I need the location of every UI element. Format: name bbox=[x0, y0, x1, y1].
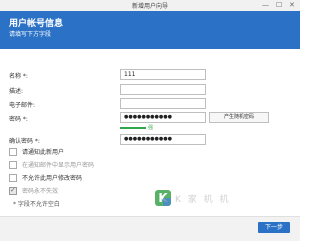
wizard-footer bbox=[0, 216, 300, 241]
wizard-header: 用户帐号信息 请填写下方字段 bbox=[0, 11, 300, 49]
password-input[interactable]: ●●●●●●●●●●● bbox=[120, 112, 206, 123]
description-input[interactable] bbox=[120, 84, 206, 95]
email-label: 电子邮件: bbox=[9, 102, 36, 109]
password-required-mark: *: bbox=[21, 116, 28, 123]
checkbox-notify-user[interactable] bbox=[9, 147, 17, 156]
option-label: 不允许此用户修改密码 bbox=[22, 175, 83, 182]
email-input[interactable] bbox=[120, 98, 206, 109]
option-show-password-in-email[interactable]: 在通知邮件中显示用户密码 bbox=[9, 160, 94, 169]
title-bar: 新增用户向导 — ☐ ✕ bbox=[0, 0, 300, 11]
password-strength-text: 强 bbox=[148, 125, 154, 131]
name-required-mark: *: bbox=[21, 73, 28, 80]
checkbox-password-never-expires[interactable] bbox=[9, 186, 17, 195]
header-title: 用户帐号信息 bbox=[9, 19, 64, 29]
name-label-text: 名称 bbox=[9, 73, 22, 80]
confirm-password-label-text: 确认密码 bbox=[9, 138, 34, 145]
required-fields-note: * 字段不允许空白 bbox=[13, 201, 60, 208]
option-notify-user[interactable]: 请通知此新用户 bbox=[9, 147, 64, 156]
option-label: 请通知此新用户 bbox=[22, 149, 65, 156]
option-password-never-expires[interactable]: 密码永不失效 bbox=[9, 186, 58, 195]
confirm-password-required-mark: *: bbox=[33, 138, 40, 145]
header-subtitle: 请填写下方字段 bbox=[9, 31, 52, 38]
close-button[interactable]: ✕ bbox=[289, 1, 295, 10]
checkbox-show-password-in-email[interactable] bbox=[9, 160, 17, 169]
confirm-password-label: 确认密码 *: bbox=[9, 136, 40, 145]
name-label: 名称 *: bbox=[9, 71, 28, 80]
minimize-button[interactable]: — bbox=[262, 1, 269, 10]
option-disallow-password-change[interactable]: 不允许此用户修改密码 bbox=[9, 173, 82, 182]
password-label: 密码 *: bbox=[9, 114, 28, 123]
maximize-button[interactable]: ☐ bbox=[276, 1, 282, 10]
generate-password-button[interactable]: 产生随机密码 bbox=[209, 112, 269, 123]
next-button[interactable]: 下一步 bbox=[258, 222, 290, 233]
watermark-logo: K bbox=[155, 190, 171, 206]
watermark-text: K 家 机 机 bbox=[175, 194, 231, 205]
option-label: 在通知邮件中显示用户密码 bbox=[22, 162, 95, 169]
watermark: K K 家 机 机 bbox=[155, 190, 231, 206]
description-label: 描述: bbox=[9, 88, 24, 95]
confirm-password-input[interactable]: ●●●●●●●●●●● bbox=[120, 134, 206, 145]
option-label: 密码永不失效 bbox=[22, 188, 59, 195]
checkbox-disallow-password-change[interactable] bbox=[9, 173, 17, 182]
name-input[interactable]: 111 bbox=[120, 69, 206, 80]
password-label-text: 密码 bbox=[9, 116, 22, 123]
window-title: 新增用户向导 bbox=[131, 3, 168, 10]
password-strength-bar bbox=[120, 127, 146, 129]
